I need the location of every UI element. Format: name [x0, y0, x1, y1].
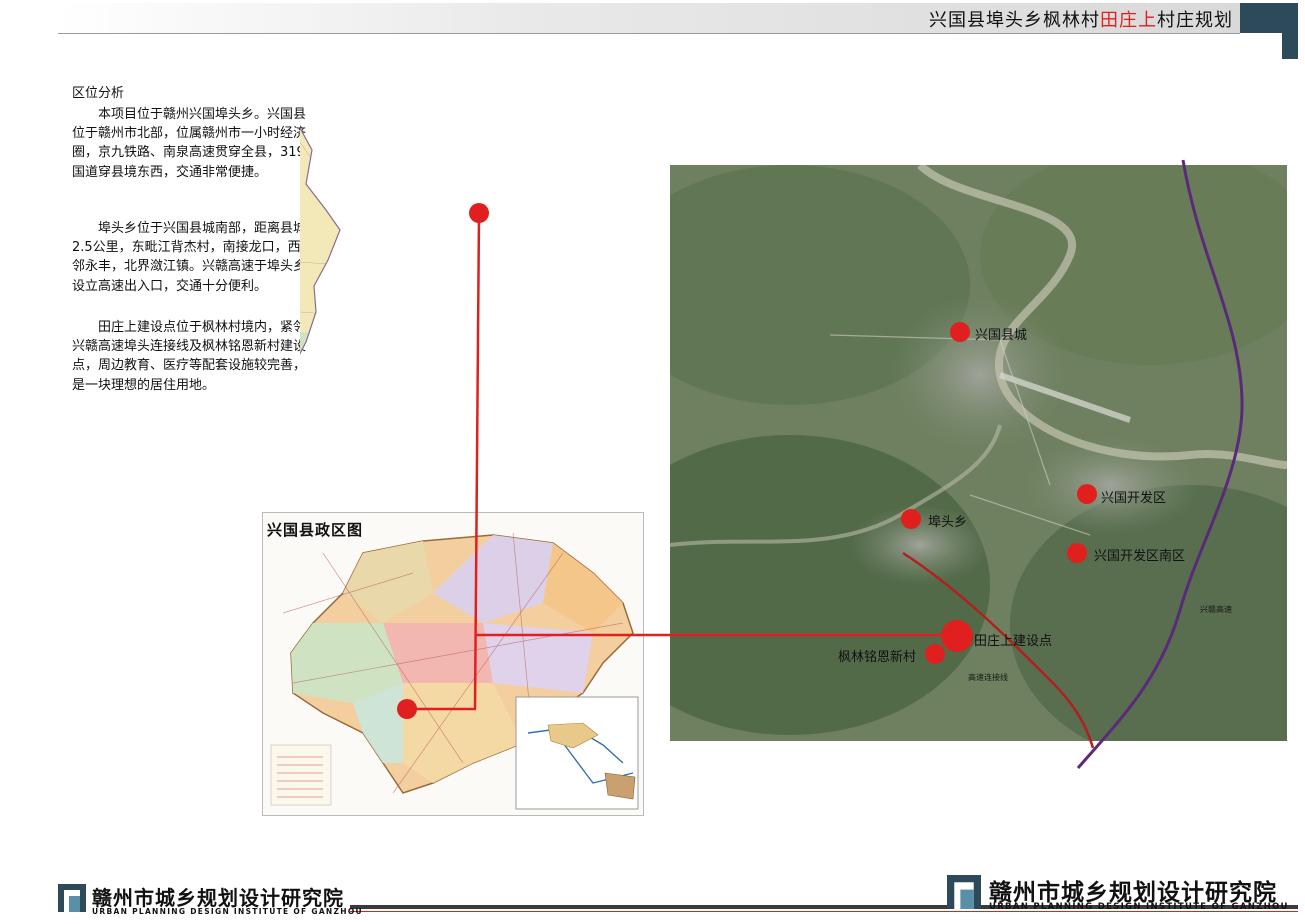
label-site: 田庄上建设点	[974, 634, 1053, 649]
institute-logo-icon	[947, 875, 981, 909]
dev-zone-marker	[1077, 484, 1097, 504]
label-county-town: 兴国县城	[975, 328, 1028, 343]
label-dev-zone-south: 兴国开发区南区	[1094, 549, 1186, 564]
map-overlay	[397, 159, 1244, 769]
institute-logo-icon	[58, 884, 86, 912]
new-village-marker	[925, 644, 945, 664]
dev-zone-south-marker	[1067, 543, 1087, 563]
footer-logo-right: 赣州市城乡规划设计研究院 URBAN PLANNING DESIGN INSTI…	[947, 875, 1297, 913]
label-new-village: 枫林铭恩新村	[838, 650, 917, 665]
county-locator-marker	[397, 699, 417, 719]
province-locator-marker	[469, 203, 489, 223]
label-township: 埠头乡	[928, 515, 968, 530]
site-marker	[941, 620, 973, 652]
label-dev-zone: 兴国开发区	[1101, 491, 1167, 506]
institute-name-en: URBAN PLANNING DESIGN INSTITUTE OF GANZH…	[989, 902, 1289, 912]
label-expressway: 兴赣高速	[1200, 605, 1232, 614]
county-town-marker	[950, 322, 970, 342]
township-marker	[901, 509, 921, 529]
label-connector-road: 高速连接线	[968, 673, 1008, 682]
expressway-line	[1076, 159, 1244, 769]
locator-lines	[407, 212, 957, 711]
footer-logo-left: 赣州市城乡规划设计研究院 URBAN PLANNING DESIGN INSTI…	[58, 884, 362, 916]
institute-name-en: URBAN PLANNING DESIGN INSTITUTE OF GANZH…	[92, 907, 363, 916]
